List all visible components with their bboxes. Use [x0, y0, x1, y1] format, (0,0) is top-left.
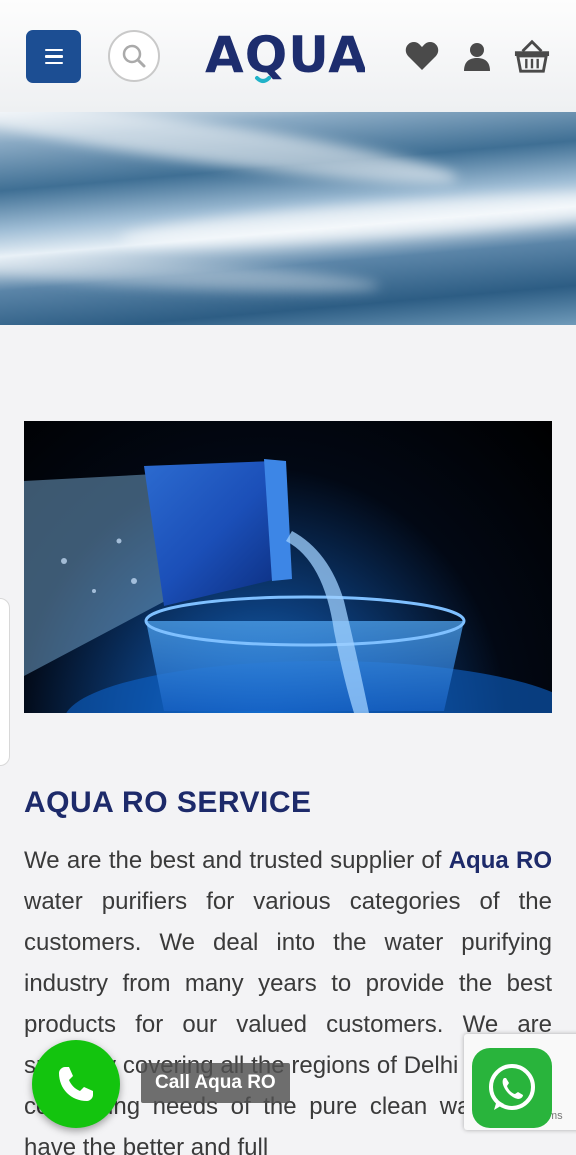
logo-text: AQUA — [205, 26, 365, 84]
cart-button[interactable] — [514, 38, 550, 74]
water-bottle-photo — [24, 421, 552, 713]
call-button[interactable] — [32, 1040, 120, 1128]
search-icon — [122, 44, 146, 68]
brand-highlight: Aqua RO — [448, 847, 552, 874]
user-icon — [464, 43, 490, 71]
bottle-pouring-illustration — [24, 459, 552, 713]
hero-banner-image — [0, 112, 576, 325]
section-title: AQUA RO SERVICE — [24, 786, 312, 819]
wishlist-button[interactable] — [404, 38, 440, 74]
side-drawer-tab[interactable] — [0, 598, 10, 766]
site-logo[interactable]: AQUA — [205, 22, 367, 86]
whatsapp-button[interactable] — [472, 1048, 552, 1128]
basket-icon — [514, 39, 550, 73]
site-header: AQUA — [0, 0, 576, 112]
account-button[interactable] — [459, 38, 495, 74]
menu-icon-bar — [44, 55, 63, 58]
menu-icon-bar — [44, 48, 63, 52]
search-button[interactable] — [108, 30, 160, 82]
menu-button[interactable] — [26, 30, 81, 83]
phone-icon — [59, 1067, 93, 1101]
body-text-lead: We are the best and trusted supplier of — [24, 847, 449, 874]
menu-icon-bar — [44, 61, 63, 65]
call-label[interactable]: Call Aqua RO — [141, 1063, 290, 1103]
logo-wordmark: AQUA — [205, 26, 367, 84]
whatsapp-icon — [489, 1064, 535, 1110]
heart-icon — [405, 42, 439, 70]
